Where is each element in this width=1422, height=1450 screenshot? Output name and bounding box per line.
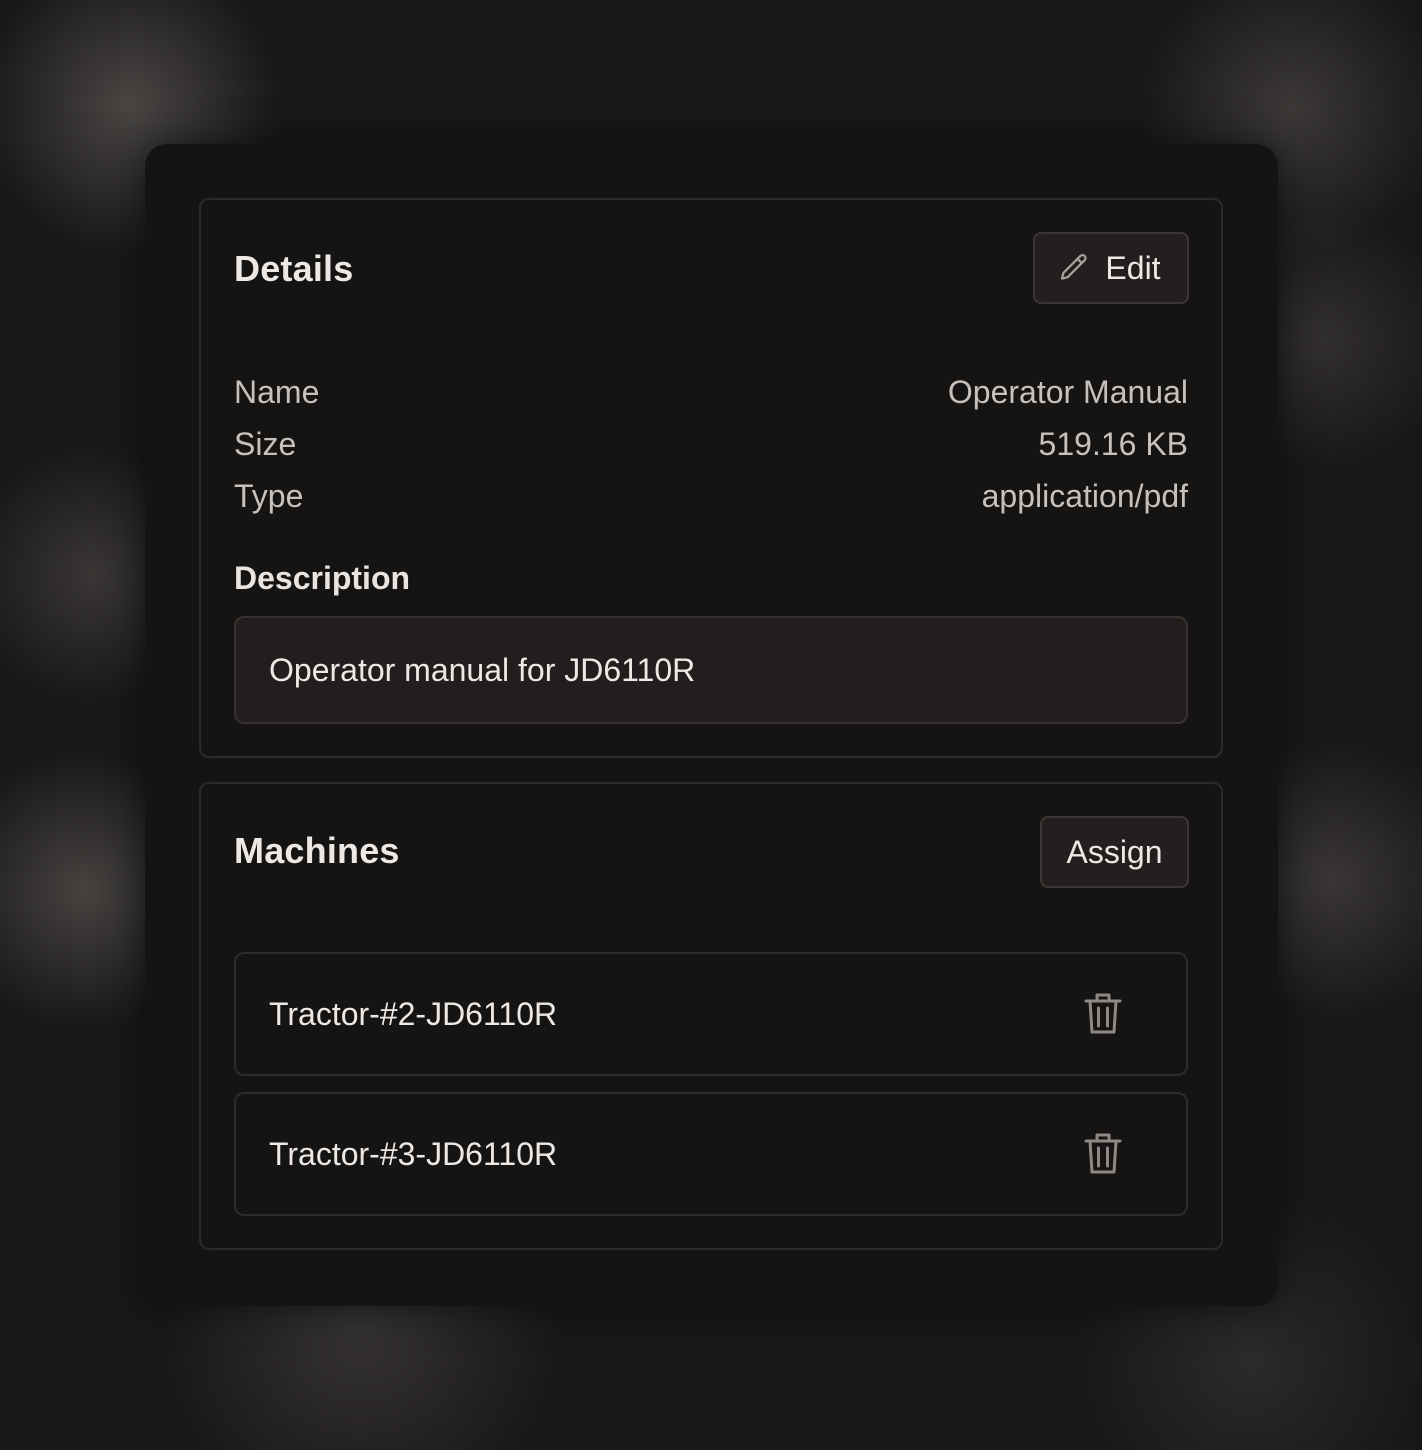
document-details-dialog: Details Edit Name Operator Manual Size 5…: [145, 144, 1278, 1306]
field-value: 519.16 KB: [1038, 425, 1188, 462]
machines-title: Machines: [234, 830, 400, 871]
details-fields: Name Operator Manual Size 519.16 KB Type…: [234, 366, 1188, 522]
machine-name: Tractor-#3-JD6110R: [269, 1135, 558, 1172]
details-title: Details: [234, 248, 354, 289]
field-label: Size: [234, 425, 297, 462]
assign-button[interactable]: Assign: [1040, 816, 1189, 888]
machine-list: Tractor-#2-JD6110R Tractor-#3-JD6110R: [234, 952, 1188, 1232]
field-label: Name: [234, 373, 320, 410]
description-value: Operator manual for JD6110R: [269, 651, 696, 688]
trash-icon[interactable]: [1084, 1132, 1122, 1176]
description-label: Description: [234, 560, 411, 596]
field-value: Operator Manual: [947, 373, 1188, 410]
field-name: Name Operator Manual: [234, 366, 1188, 418]
edit-button-label: Edit: [1105, 249, 1161, 286]
details-card: Details Edit Name Operator Manual Size 5…: [199, 198, 1223, 758]
edit-button[interactable]: Edit: [1033, 232, 1189, 304]
pencil-icon: [1057, 251, 1091, 285]
list-item: Tractor-#2-JD6110R: [234, 952, 1188, 1076]
machines-card: Machines Assign Tractor-#2-JD6110R Tract…: [199, 782, 1223, 1250]
list-item: Tractor-#3-JD6110R: [234, 1092, 1188, 1216]
field-size: Size 519.16 KB: [234, 418, 1188, 470]
machine-name: Tractor-#2-JD6110R: [269, 995, 558, 1032]
field-type: Type application/pdf: [234, 470, 1188, 522]
description-field[interactable]: Operator manual for JD6110R: [234, 616, 1188, 724]
trash-icon[interactable]: [1084, 992, 1122, 1036]
field-label: Type: [234, 477, 304, 514]
field-value: application/pdf: [981, 477, 1188, 514]
